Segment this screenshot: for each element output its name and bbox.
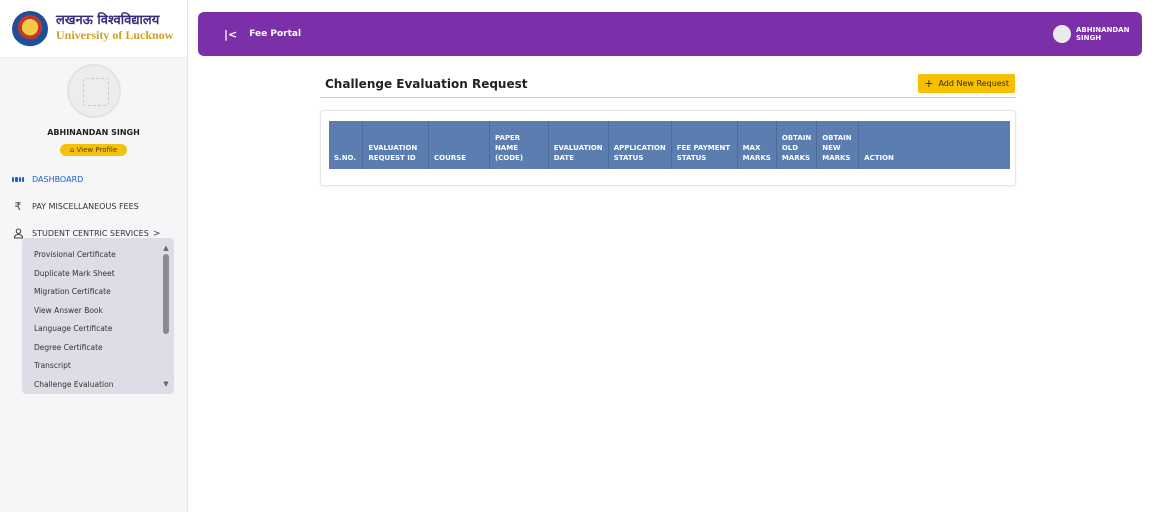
view-profile-button[interactable]: ⌂ View Profile (59, 144, 128, 156)
scroll-thumb[interactable] (163, 254, 169, 334)
sidebar-nav: DASHBOARD ₹ PAY MISCELLANEOUS FEES STUDE… (0, 166, 187, 247)
requests-card: S.NO. EVALUATION REQUEST ID COURSE PAPER NA… (320, 110, 1016, 186)
sidebar-item-misc-fees[interactable]: ₹ PAY MISCELLANEOUS FEES (0, 193, 187, 220)
top-header: |< Fee Portal ABHINANDAN SINGH (198, 12, 1142, 56)
sidebar: लखनऊ विश्वविद्यालय University of Lucknow… (0, 0, 188, 512)
add-new-request-label: Add New Request (938, 79, 1009, 88)
column-header[interactable]: MAX MARKS (737, 121, 777, 169)
brand-hindi-name: लखनऊ विश्वविद्यालय (56, 13, 160, 29)
column-header[interactable]: ACTION (858, 121, 1010, 169)
profile-avatar (66, 64, 121, 118)
submenu-item[interactable]: Challenge Evaluation (34, 376, 174, 395)
requests-table: S.NO. EVALUATION REQUEST ID COURSE PAPER NA… (329, 121, 1010, 169)
portal-title: Fee Portal (249, 29, 302, 39)
submenu-list: Provisional Certificate Duplicate Mark Sh… (22, 238, 174, 394)
column-header[interactable]: OBTAIN OLD MARKS (776, 121, 818, 169)
scroll-up-arrow-icon[interactable]: ▲ (162, 244, 170, 252)
rupee-icon: ₹ (14, 200, 22, 213)
submenu-item[interactable]: Migration Certificate (34, 283, 174, 302)
view-profile-label: View Profile (76, 146, 118, 154)
student-services-submenu: Provisional Certificate Duplicate Mark Sh… (22, 238, 174, 394)
submenu-item[interactable]: View Answer Book (34, 302, 174, 321)
scroll-down-arrow-icon[interactable]: ▼ (162, 380, 170, 388)
university-logo-icon (12, 10, 48, 47)
column-header[interactable]: EVALUATION REQUEST ID (362, 121, 430, 169)
profile-icon: ⌂ (69, 146, 77, 154)
app-root: लखनऊ विश्वविद्यालय University of Lucknow… (0, 0, 1154, 512)
page-header: Challenge Evaluation Request + Add New R… (320, 70, 1016, 98)
chevron-right-icon: > (152, 228, 161, 239)
sidebar-item-label: DASHBOARD (32, 175, 84, 184)
table-header-row: S.NO. EVALUATION REQUEST ID COURSE PAPER NA… (329, 121, 1010, 169)
column-header[interactable]: COURSE (428, 121, 490, 169)
main-content: Challenge Evaluation Request + Add New R… (320, 70, 1020, 186)
page-title: Challenge Evaluation Request (325, 76, 528, 91)
submenu-item[interactable]: Degree Certificate (34, 339, 174, 358)
column-header[interactable]: OBTAIN NEW MARKS (816, 121, 860, 169)
profile-name: ABHINANDAN SINGH (47, 128, 140, 137)
plus-icon: + (924, 76, 934, 90)
submenu-scrollbar[interactable]: ▲ ▼ (162, 242, 170, 390)
collapse-sidebar-icon[interactable]: |< (224, 28, 237, 41)
user-icon (12, 228, 24, 240)
brand-english-name: University of Lucknow (56, 28, 174, 43)
column-header[interactable]: EVALUATION DATE (548, 121, 609, 169)
add-new-request-button[interactable]: + Add New Request (918, 74, 1015, 93)
profile-panel: ABHINANDAN SINGH ⌂ View Profile (0, 58, 187, 156)
sidebar-item-label: STUDENT CENTRIC SERVICES (32, 229, 149, 238)
submenu-item[interactable]: Provisional Certificate (34, 246, 174, 265)
sidebar-item-dashboard[interactable]: DASHBOARD (0, 166, 187, 193)
column-header[interactable]: S.NO. (329, 121, 364, 169)
avatar (1053, 25, 1071, 43)
column-header[interactable]: APPLICATION STATUS (608, 121, 672, 169)
submenu-item[interactable]: Transcript (34, 357, 174, 376)
brand[interactable]: लखनऊ विश्वविद्यालय University of Lucknow (0, 0, 187, 58)
column-header[interactable]: PAPER NAME (CODE) (489, 121, 549, 169)
submenu-item[interactable]: Duplicate Mark Sheet (34, 265, 174, 284)
brand-texts: लखनऊ विश्वविद्यालय University of Lucknow (56, 13, 174, 43)
user-menu[interactable]: ABHINANDAN SINGH (1053, 25, 1130, 43)
submenu-item[interactable]: Language Certificate (34, 320, 174, 339)
sidebar-item-label: PAY MISCELLANEOUS FEES (32, 202, 139, 211)
header-user-name: ABHINANDAN SINGH (1076, 26, 1130, 42)
column-header[interactable]: FEE PAYMENT STATUS (671, 121, 738, 169)
dashboard-grid-icon (12, 174, 24, 186)
